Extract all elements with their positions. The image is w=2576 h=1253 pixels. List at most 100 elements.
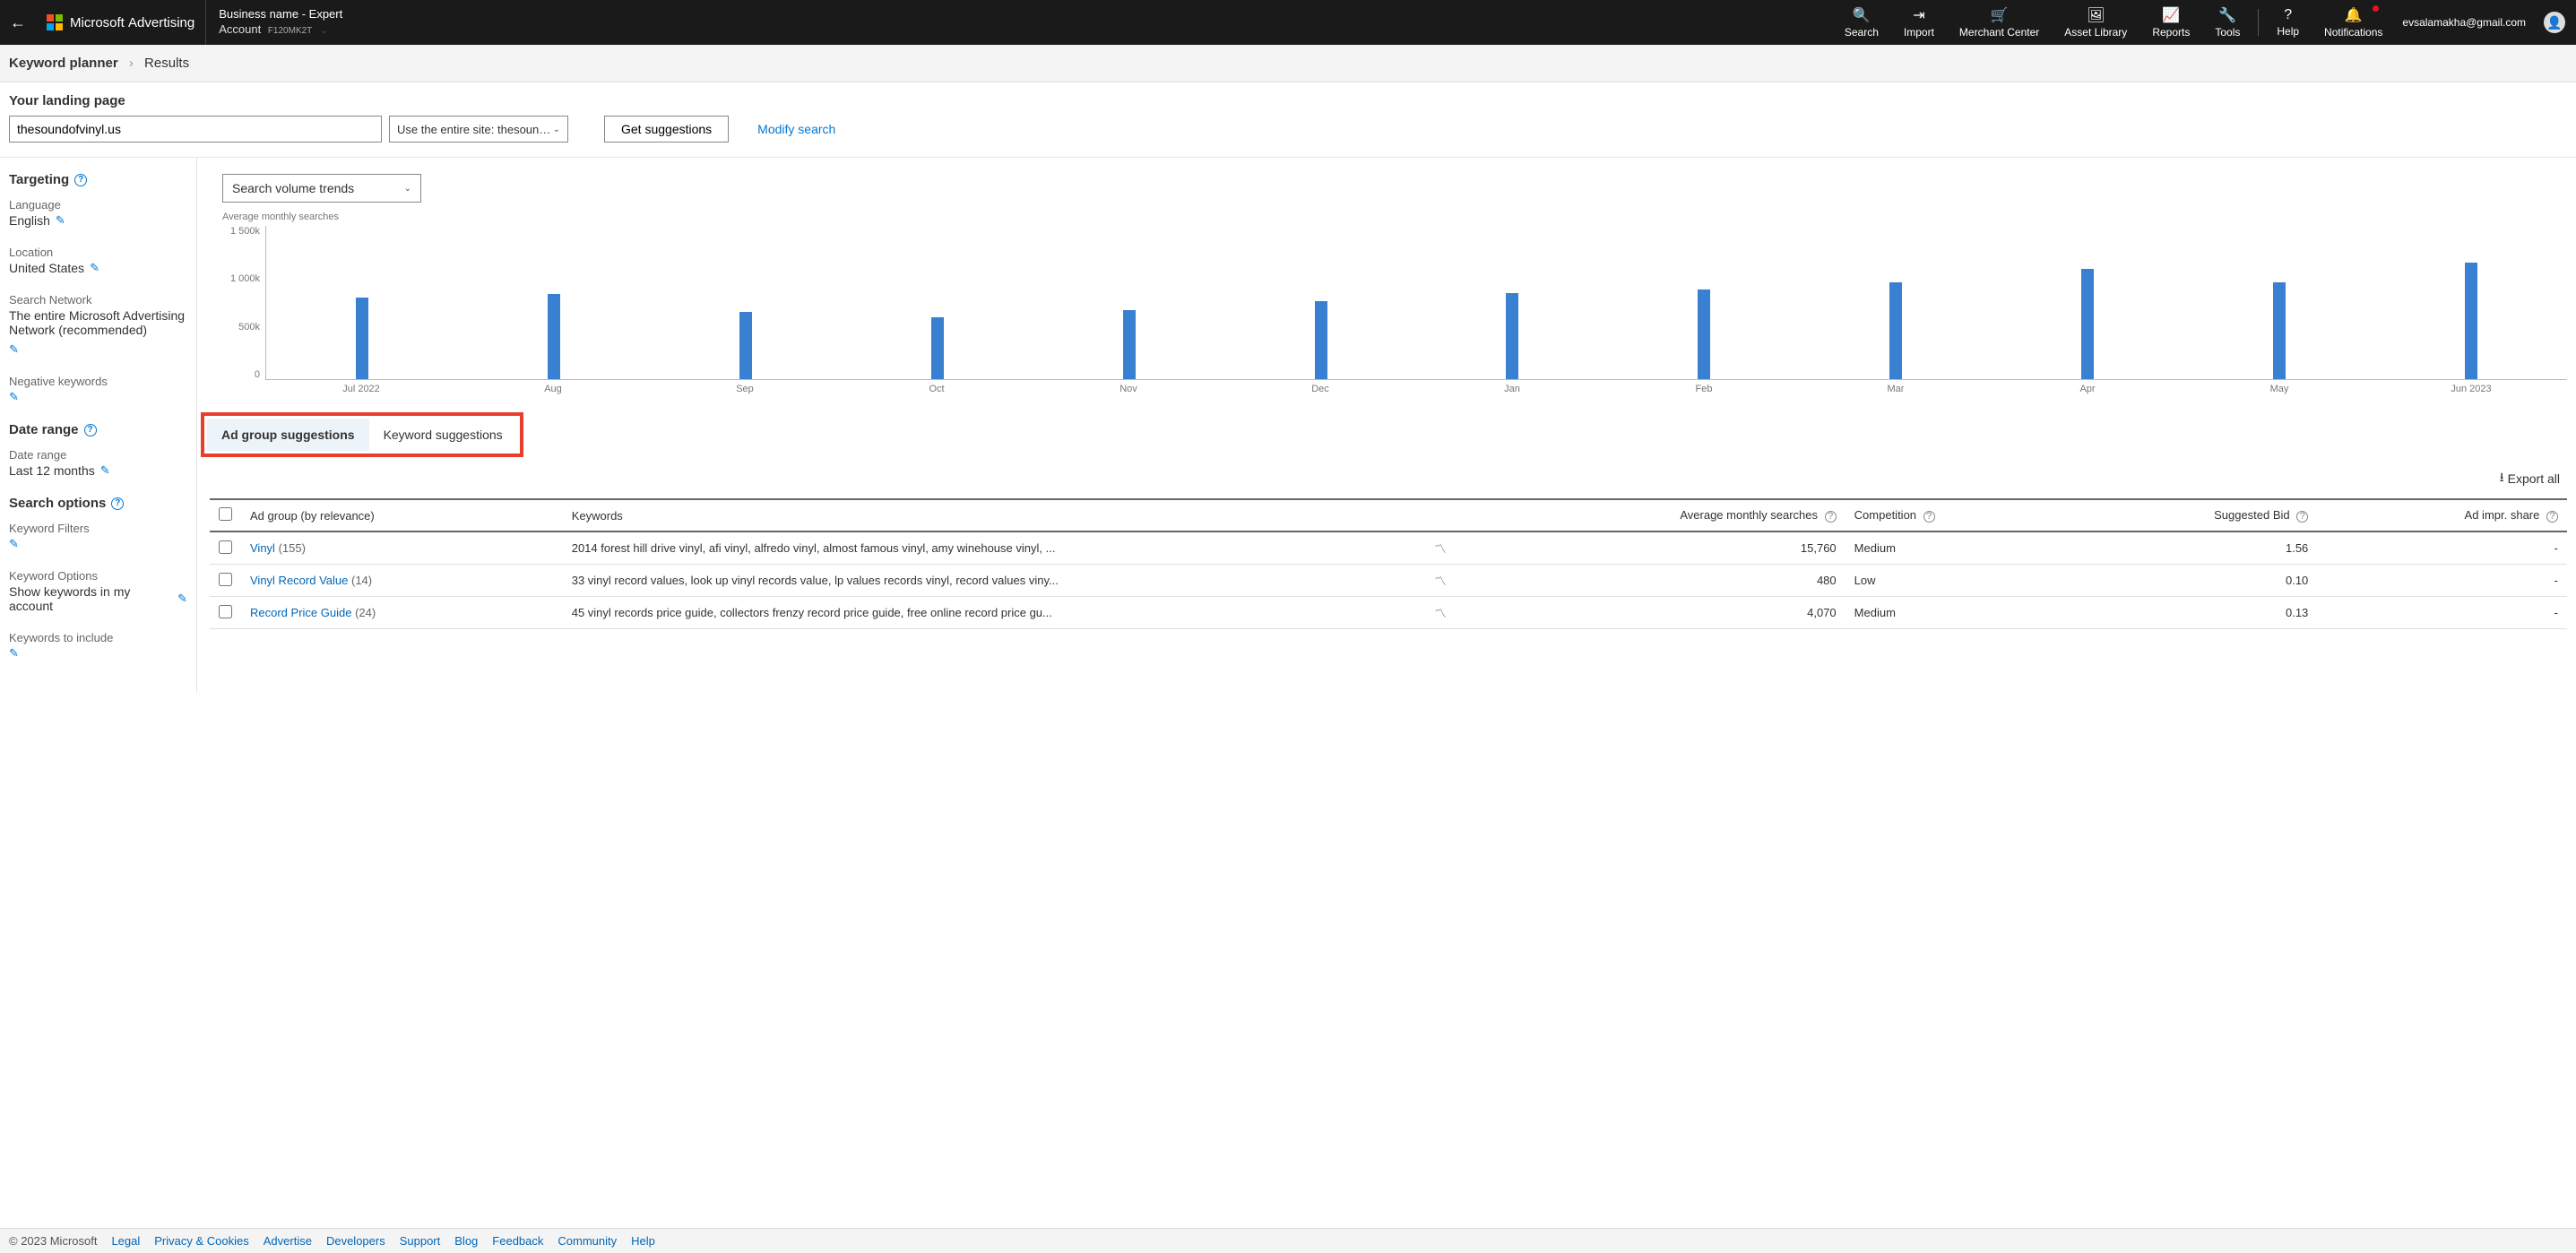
export-all-button[interactable]: ⭳ Export all xyxy=(2500,468,2560,489)
chart-bar[interactable] xyxy=(356,298,368,379)
tabs-highlight-box: Ad group suggestions Keyword suggestions xyxy=(201,412,523,457)
chart-bar[interactable] xyxy=(739,312,752,379)
chart-bar[interactable] xyxy=(1889,282,1902,379)
chart-bar[interactable] xyxy=(2465,263,2477,379)
x-axis-label: Apr xyxy=(1992,380,2183,394)
info-icon[interactable]: ? xyxy=(2546,511,2558,523)
nav-merchant-center[interactable]: 🛒Merchant Center xyxy=(1947,0,2052,45)
nav-import[interactable]: ⇥Import xyxy=(1891,0,1947,45)
content: Search volume trends ⌄ Average monthly s… xyxy=(197,158,2576,693)
nav-help[interactable]: ?Help xyxy=(2264,0,2312,45)
nav-search[interactable]: 🔍Search xyxy=(1832,0,1891,45)
bid-cell: 0.10 xyxy=(2066,565,2317,597)
adgroup-count: (14) xyxy=(351,574,372,587)
row-checkbox[interactable] xyxy=(219,573,232,586)
footer-link[interactable]: Support xyxy=(400,1234,441,1248)
pencil-icon[interactable]: ✎ xyxy=(9,390,19,404)
col-impr-share[interactable]: Ad impr. share ? xyxy=(2317,499,2567,531)
modify-search-link[interactable]: Modify search xyxy=(757,122,835,136)
tab-adgroup-suggestions[interactable]: Ad group suggestions xyxy=(207,419,369,451)
footer-link[interactable]: Community xyxy=(558,1234,617,1248)
pencil-icon[interactable]: ✎ xyxy=(9,537,19,551)
keywords-cell: 45 vinyl records price guide, collectors… xyxy=(563,597,1426,629)
daterange-label: Date range xyxy=(9,448,187,462)
keywords-cell: 2014 forest hill drive vinyl, afi vinyl,… xyxy=(563,531,1426,565)
pencil-icon[interactable]: ✎ xyxy=(90,261,99,275)
x-axis-label: Jun 2023 xyxy=(2375,380,2567,394)
col-avg-searches[interactable]: Average monthly searches ? xyxy=(1456,499,1846,531)
footer-link[interactable]: Legal xyxy=(111,1234,140,1248)
x-axis-label: Mar xyxy=(1800,380,1992,394)
col-adgroup[interactable]: Ad group (by relevance) xyxy=(241,499,563,531)
chart-bar[interactable] xyxy=(1698,289,1710,379)
col-competition[interactable]: Competition ? xyxy=(1846,499,2066,531)
pencil-icon[interactable]: ✎ xyxy=(9,646,19,661)
table-row: Vinyl Record Value (14) 33 vinyl record v… xyxy=(210,565,2567,597)
trend-icon[interactable]: 〽 xyxy=(1435,542,1447,556)
landing-url-input[interactable] xyxy=(9,116,382,143)
pencil-icon[interactable]: ✎ xyxy=(177,592,187,606)
chart-metric-dropdown[interactable]: Search volume trends ⌄ xyxy=(222,174,421,203)
nav-asset-library[interactable]: 🖼Asset Library xyxy=(2052,0,2139,45)
footer-link[interactable]: Help xyxy=(631,1234,655,1248)
nav-tools[interactable]: 🔧Tools xyxy=(2202,0,2252,45)
pencil-icon[interactable]: ✎ xyxy=(9,342,19,357)
kwfilters-label: Keyword Filters xyxy=(9,522,187,535)
info-icon[interactable]: ? xyxy=(74,174,87,186)
info-icon[interactable]: ? xyxy=(111,497,124,510)
wrench-icon: 🔧 xyxy=(2218,6,2236,24)
nav-reports[interactable]: 📈Reports xyxy=(2139,0,2202,45)
get-suggestions-button[interactable]: Get suggestions xyxy=(604,116,729,143)
impr-share-cell: - xyxy=(2317,531,2567,565)
chart-bar[interactable] xyxy=(2273,282,2286,379)
chart-bar[interactable] xyxy=(1506,293,1518,379)
info-icon[interactable]: ? xyxy=(2296,511,2308,523)
chevron-down-icon: ⌄ xyxy=(316,26,328,36)
searchopt-heading: Search options ? xyxy=(9,496,187,511)
language-label: Language xyxy=(9,198,187,212)
pencil-icon[interactable]: ✎ xyxy=(56,213,65,228)
col-suggested-bid[interactable]: Suggested Bid ? xyxy=(2066,499,2317,531)
tab-keyword-suggestions[interactable]: Keyword suggestions xyxy=(369,419,517,451)
info-icon[interactable]: ? xyxy=(1825,511,1837,523)
breadcrumb-root[interactable]: Keyword planner xyxy=(9,56,118,71)
trend-icon[interactable]: 〽 xyxy=(1435,575,1447,588)
trend-icon[interactable]: 〽 xyxy=(1435,607,1447,620)
footer-link[interactable]: Privacy & Cookies xyxy=(154,1234,248,1248)
chart-bar[interactable] xyxy=(548,294,560,379)
row-checkbox[interactable] xyxy=(219,540,232,554)
negkw-label: Negative keywords xyxy=(9,375,187,388)
info-icon[interactable]: ? xyxy=(1923,511,1935,523)
kwoptions-value: Show keywords in my account xyxy=(9,584,172,613)
site-scope-dropdown[interactable]: Use the entire site: thesoundofv ⌄ xyxy=(389,116,568,143)
chart-bar[interactable] xyxy=(2081,269,2094,379)
x-axis-label: Oct xyxy=(841,380,1033,394)
chart-bar[interactable] xyxy=(1123,310,1136,379)
footer-link[interactable]: Advertise xyxy=(264,1234,312,1248)
brand[interactable]: Microsoft Advertising xyxy=(36,0,206,45)
help-icon: ? xyxy=(2284,7,2292,23)
competition-cell: Medium xyxy=(1846,531,2066,565)
chart-bar[interactable] xyxy=(1315,301,1327,379)
chart-bar[interactable] xyxy=(931,317,944,379)
footer-link[interactable]: Blog xyxy=(454,1234,478,1248)
footer-link[interactable]: Developers xyxy=(326,1234,385,1248)
row-checkbox[interactable] xyxy=(219,605,232,618)
user-avatar[interactable]: 👤 xyxy=(2544,12,2565,33)
col-keywords[interactable]: Keywords xyxy=(563,499,1426,531)
nav-notifications[interactable]: 🔔Notifications xyxy=(2312,0,2395,45)
chart: Average monthly searches 1 500k1 000k500… xyxy=(222,212,2567,394)
account-switcher[interactable]: Business name - Expert Account F120MK2T … xyxy=(206,4,355,41)
notification-dot-icon xyxy=(2373,5,2379,12)
adgroup-link[interactable]: Vinyl xyxy=(250,541,275,555)
pencil-icon[interactable]: ✎ xyxy=(100,463,110,478)
x-axis-label: Jul 2022 xyxy=(265,380,457,394)
info-icon[interactable]: ? xyxy=(84,424,97,436)
back-button[interactable]: ← xyxy=(0,13,36,32)
adgroup-link[interactable]: Record Price Guide xyxy=(250,606,351,619)
footer-link[interactable]: Feedback xyxy=(492,1234,543,1248)
keywords-cell: 33 vinyl record values, look up vinyl re… xyxy=(563,565,1426,597)
select-all-checkbox[interactable] xyxy=(219,507,232,521)
kwinclude-label: Keywords to include xyxy=(9,631,187,644)
adgroup-link[interactable]: Vinyl Record Value xyxy=(250,574,348,587)
